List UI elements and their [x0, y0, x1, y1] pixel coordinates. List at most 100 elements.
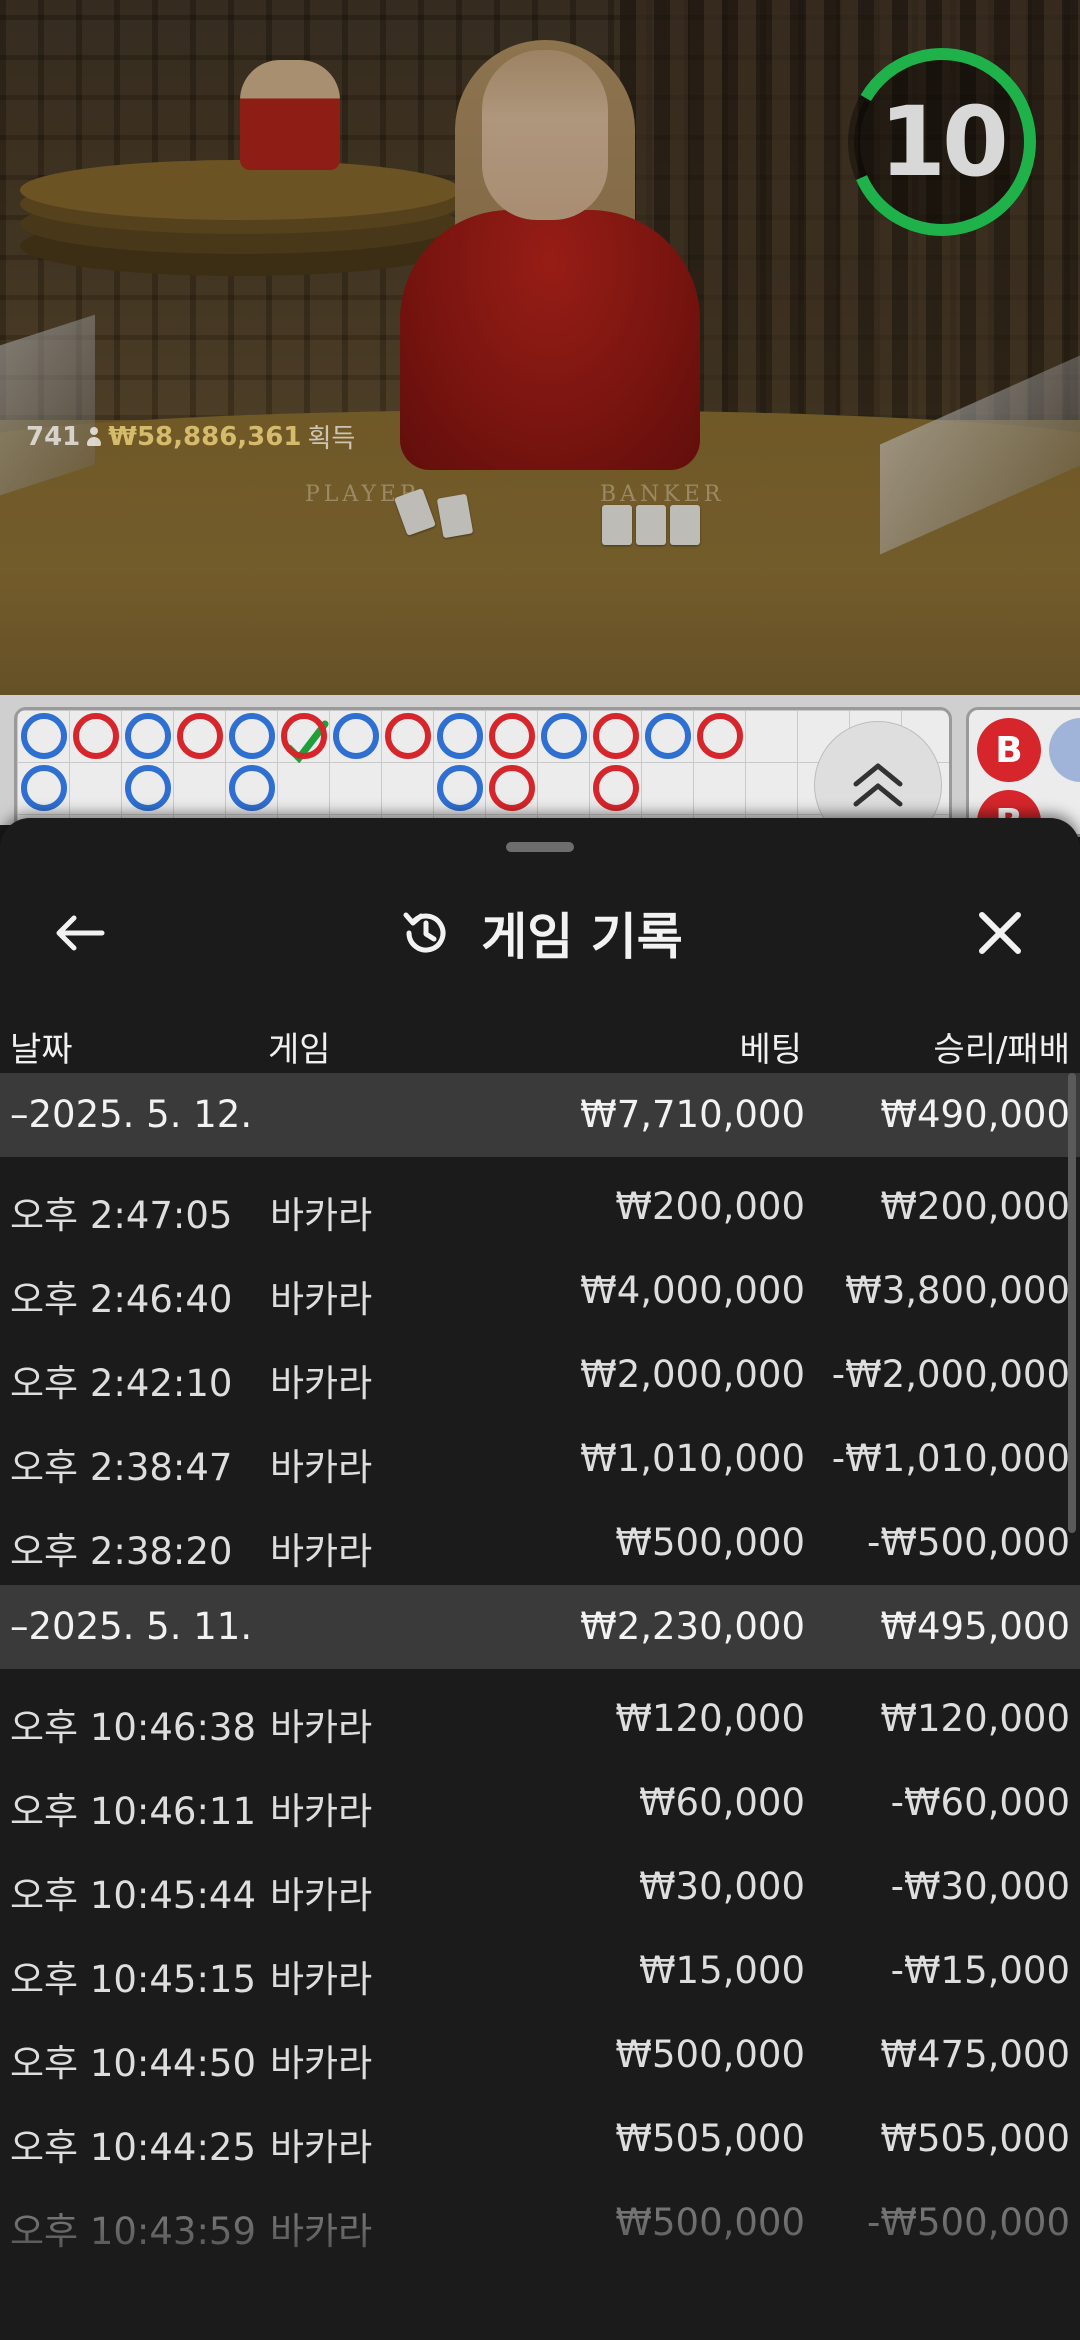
row-bet: ₩2,000,000 — [580, 1353, 805, 1396]
row-time: 오후 2:42:10 — [10, 1362, 233, 1405]
banker-bead — [281, 713, 327, 759]
close-icon — [979, 912, 1021, 954]
sheet-header: 게임 기록 — [0, 878, 1080, 988]
row-time: 오후 10:44:50 — [10, 2042, 257, 2085]
row-game: 바카라 — [270, 1958, 373, 2001]
row-result: -₩500,000 — [867, 1521, 1070, 1564]
history-row[interactable]: 오후 10:46:11 바카라 ₩60,000 -₩60,000 — [0, 1761, 1080, 1845]
column-bet: 베팅 — [739, 1030, 802, 1070]
group-result-total: ₩495,000 — [880, 1605, 1070, 1648]
banker-bead — [593, 713, 639, 759]
row-bet: ₩15,000 — [638, 1949, 805, 1992]
group-date: –2025. 5. 11. — [10, 1605, 253, 1648]
row-time: 오후 10:45:44 — [10, 1874, 257, 1917]
group-result-total: ₩490,000 — [880, 1093, 1070, 1136]
player-bead — [229, 765, 275, 811]
table-header: 날짜 게임 베팅 승리/패배 — [0, 1010, 1080, 1080]
player-bead — [645, 713, 691, 759]
table-stats: 741 ₩58,886,361 획득 — [26, 418, 355, 455]
row-bet: ₩120,000 — [615, 1697, 805, 1740]
column-game: 게임 — [268, 1030, 331, 1070]
banker-bead — [385, 713, 431, 759]
row-bet: ₩4,000,000 — [580, 1269, 805, 1312]
date-group-row[interactable]: –2025. 5. 12. ₩7,710,000 ₩490,000 — [0, 1073, 1080, 1157]
row-time: 오후 2:47:05 — [10, 1194, 233, 1237]
row-bet: ₩505,000 — [615, 2117, 805, 2160]
date-group-row[interactable]: –2025. 5. 11. ₩2,230,000 ₩495,000 — [0, 1585, 1080, 1669]
row-game: 바카라 — [270, 1194, 373, 1237]
history-row[interactable]: 오후 2:46:40 바카라 ₩4,000,000 ₩3,800,000 — [0, 1249, 1080, 1333]
history-row[interactable]: 오후 10:44:25 바카라 ₩505,000 ₩505,000 — [0, 2097, 1080, 2181]
row-time: 오후 10:45:15 — [10, 1958, 257, 2001]
row-bet: ₩500,000 — [615, 2033, 805, 2076]
row-time: 오후 2:46:40 — [10, 1278, 233, 1321]
history-row[interactable]: 오후 10:45:15 바카라 ₩15,000 -₩15,000 — [0, 1929, 1080, 2013]
row-game: 바카라 — [270, 1446, 373, 1489]
history-row[interactable]: 오후 2:42:10 바카라 ₩2,000,000 -₩2,000,000 — [0, 1333, 1080, 1417]
row-bet: ₩30,000 — [638, 1865, 805, 1908]
person-icon — [86, 426, 102, 447]
group-bet-total: ₩2,230,000 — [580, 1605, 805, 1648]
history-icon — [403, 912, 446, 953]
players-count: 741 — [26, 421, 81, 452]
history-row[interactable]: 오후 10:46:38 바카라 ₩120,000 ₩120,000 — [0, 1677, 1080, 1761]
close-button[interactable] — [960, 898, 1040, 968]
row-time: 오후 2:38:47 — [10, 1446, 233, 1489]
history-row[interactable]: 오후 10:44:50 바카라 ₩500,000 ₩475,000 — [0, 2013, 1080, 2097]
row-result: ₩120,000 — [880, 1697, 1070, 1740]
row-result: ₩3,800,000 — [845, 1269, 1070, 1312]
group-date: –2025. 5. 12. — [10, 1093, 253, 1136]
row-bet: ₩200,000 — [615, 1185, 805, 1228]
banker-bead — [73, 713, 119, 759]
player-bead — [21, 713, 67, 759]
row-time: 오후 10:44:25 — [10, 2126, 257, 2169]
row-game: 바카라 — [270, 1362, 373, 1405]
row-game: 바카라 — [270, 2210, 373, 2253]
banker-bead — [697, 713, 743, 759]
row-game: 바카라 — [270, 1530, 373, 1573]
game-history-sheet: 게임 기록 날짜 게임 베팅 승리/패배 –2025. 5. 12. ₩7,710… — [0, 818, 1080, 2340]
row-result: -₩500,000 — [867, 2201, 1070, 2244]
history-list[interactable]: –2025. 5. 12. ₩7,710,000 ₩490,000 오후 2:47:0… — [0, 1073, 1080, 2265]
sheet-title-wrap: 게임 기록 — [0, 878, 1080, 988]
row-game: 바카라 — [270, 1278, 373, 1321]
back-button[interactable] — [40, 898, 120, 968]
player-bead — [437, 713, 483, 759]
column-date: 날짜 — [10, 1030, 73, 1070]
total-won-suffix: 획득 — [307, 424, 356, 454]
banker-bead — [177, 713, 223, 759]
row-result: ₩200,000 — [880, 1185, 1070, 1228]
row-result: -₩15,000 — [890, 1949, 1070, 1992]
player-bead — [333, 713, 379, 759]
history-row[interactable]: 오후 2:47:05 바카라 ₩200,000 ₩200,000 — [0, 1165, 1080, 1249]
banker-chip: B — [977, 718, 1041, 782]
player-bead — [437, 765, 483, 811]
row-game: 바카라 — [270, 1874, 373, 1917]
row-bet: ₩500,000 — [615, 2201, 805, 2244]
row-time: 오후 10:43:59 — [10, 2210, 257, 2253]
history-row[interactable]: 오후 2:38:47 바카라 ₩1,010,000 -₩1,010,000 — [0, 1417, 1080, 1501]
row-time: 오후 10:46:11 — [10, 1790, 257, 1833]
history-row[interactable]: 오후 10:45:44 바카라 ₩30,000 -₩30,000 — [0, 1845, 1080, 1929]
banker-bead — [489, 765, 535, 811]
player-chip — [1049, 718, 1080, 782]
row-time: 오후 10:46:38 — [10, 1706, 257, 1749]
player-bead — [229, 713, 275, 759]
row-spacer — [0, 1157, 1080, 1165]
scrollbar[interactable] — [1068, 1073, 1076, 1533]
row-result: -₩1,010,000 — [831, 1437, 1070, 1480]
total-won-amount: ₩58,886,361 — [108, 421, 302, 452]
row-bet: ₩500,000 — [615, 1521, 805, 1564]
row-game: 바카라 — [270, 2042, 373, 2085]
sheet-drag-handle[interactable] — [506, 842, 574, 852]
history-row[interactable]: 오후 2:38:20 바카라 ₩500,000 -₩500,000 — [0, 1501, 1080, 1585]
history-row[interactable]: 오후 10:43:59 바카라 ₩500,000 -₩500,000 — [0, 2181, 1080, 2265]
column-result: 승리/패배 — [933, 1030, 1070, 1070]
arrow-left-icon — [56, 915, 105, 951]
player-bead — [125, 713, 171, 759]
row-bet: ₩1,010,000 — [580, 1437, 805, 1480]
player-bead — [125, 765, 171, 811]
countdown-timer: 10 — [844, 44, 1040, 240]
double-chevron-up-icon — [853, 763, 903, 807]
banker-bead — [489, 713, 535, 759]
